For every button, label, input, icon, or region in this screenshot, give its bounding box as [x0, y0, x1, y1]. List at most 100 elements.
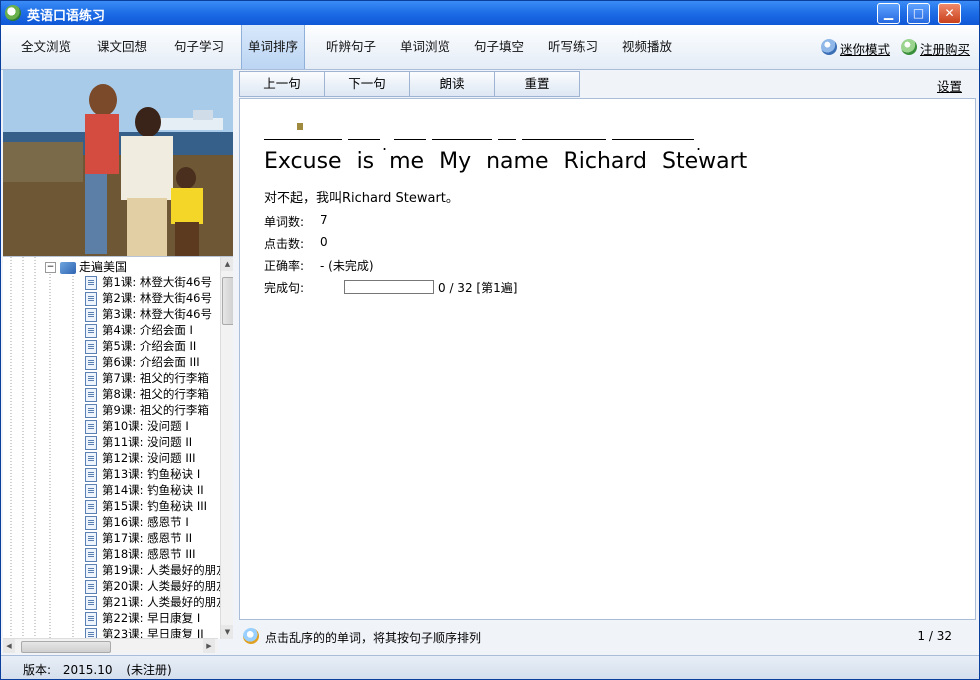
accuracy-row: 正确率: - (未完成): [264, 257, 374, 274]
lesson-item[interactable]: 第9课: 祖父的行李箱: [85, 402, 209, 418]
click-count-value: 0: [320, 235, 328, 249]
tree-root-node[interactable]: − 走遍美国: [45, 258, 127, 274]
lesson-item[interactable]: 第16课: 感恩节 I: [85, 514, 189, 530]
nav-tab[interactable]: 课文回想: [85, 25, 159, 69]
scroll-down-icon[interactable]: ▼: [221, 625, 233, 639]
lesson-label: 第13课: 钓鱼秘诀 I: [102, 467, 201, 481]
lesson-item[interactable]: 第8课: 祖父的行李箱: [85, 386, 209, 402]
document-icon: [85, 291, 97, 306]
lesson-label: 第16课: 感恩节 I: [102, 515, 189, 529]
lesson-item[interactable]: 第13课: 钓鱼秘诀 I: [85, 466, 200, 482]
lesson-item[interactable]: 第3课: 林登大街46号: [85, 306, 212, 322]
nav-tab[interactable]: 视频播放: [611, 25, 683, 69]
lesson-item[interactable]: 第19课: 人类最好的朋友: [85, 562, 228, 578]
hint-bar: 点击乱序的的单词，将其按句子顺序排列 1 / 32: [239, 621, 976, 651]
exercise-toolbar: 上一句 下一句 朗读 重置 设置: [237, 70, 977, 97]
nav-tab[interactable]: 听辨句子: [315, 25, 387, 69]
tree-horizontal-scrollbar[interactable]: ◀ ▶: [3, 638, 218, 653]
scroll-up-icon[interactable]: ▲: [221, 257, 233, 271]
book-icon: [60, 261, 76, 274]
video-frame[interactable]: [3, 70, 233, 256]
settings-link[interactable]: 设置: [937, 76, 962, 95]
lesson-item[interactable]: 第6课: 介绍会面 III: [85, 354, 200, 370]
sentence-pager: 1 / 32: [917, 629, 952, 643]
maximize-button[interactable]: □: [907, 3, 930, 24]
collapse-icon[interactable]: −: [45, 262, 56, 273]
mini-mode-link[interactable]: 迷你模式: [840, 39, 890, 58]
document-icon: [85, 499, 97, 514]
accuracy-label: 正确率:: [264, 259, 305, 273]
nav-tab[interactable]: 单词浏览: [389, 25, 461, 69]
lesson-item[interactable]: 第15课: 钓鱼秘诀 III: [85, 498, 207, 514]
nav-tab[interactable]: 全文浏览: [9, 25, 83, 69]
nav-tab[interactable]: 听写练习: [537, 25, 609, 69]
prev-sentence-button[interactable]: 上一句: [239, 71, 325, 97]
nav-tab[interactable]: 单词排序: [241, 25, 305, 69]
lesson-label: 第2课: 林登大街46号: [102, 291, 212, 305]
answer-blank[interactable]: [432, 139, 492, 140]
answer-blank[interactable]: [522, 139, 606, 140]
lesson-item[interactable]: 第12课: 没问题 III: [85, 450, 196, 466]
app-window: 英语口语练习 ▁ □ ✕ 全文浏览 课文回想 句子学习 单词排序 听辨句子 单词浏览 句子填…: [0, 0, 980, 680]
exercise-panel: . . Excuse is me My name Richard Stewart…: [239, 98, 976, 620]
lesson-label: 第19课: 人类最好的朋友: [102, 563, 228, 577]
nav-tab[interactable]: 句子学习: [161, 25, 237, 69]
title-bar: 英语口语练习 ▁ □ ✕: [1, 1, 979, 25]
lesson-item[interactable]: 第14课: 钓鱼秘诀 II: [85, 482, 204, 498]
lesson-item[interactable]: 第20课: 人类最好的朋友: [85, 578, 228, 594]
completion-progress-bar: [344, 280, 434, 294]
registration-status: (未注册): [126, 663, 172, 677]
lesson-item[interactable]: 第17课: 感恩节 II: [85, 530, 192, 546]
lesson-item[interactable]: 第10课: 没问题 I: [85, 418, 189, 434]
close-button[interactable]: ✕: [938, 3, 961, 24]
document-icon: [85, 339, 97, 354]
tree-hscroll-thumb[interactable]: [21, 641, 111, 653]
lesson-item[interactable]: 第22课: 早日康复 I: [85, 610, 200, 626]
lesson-item[interactable]: 第11课: 没问题 II: [85, 434, 192, 450]
lesson-item[interactable]: 第18课: 感恩节 III: [85, 546, 196, 562]
lesson-label: 第18课: 感恩节 III: [102, 547, 196, 561]
document-icon: [85, 371, 97, 386]
scroll-right-icon[interactable]: ▶: [203, 639, 215, 653]
answer-blank[interactable]: [612, 139, 694, 140]
nav-tab[interactable]: 句子填空: [463, 25, 535, 69]
lesson-label: 第21课: 人类最好的朋友: [102, 595, 228, 609]
document-icon: [85, 483, 97, 498]
lesson-label: 第7课: 祖父的行李箱: [102, 371, 209, 385]
lesson-item[interactable]: 第21课: 人类最好的朋友: [85, 594, 228, 610]
lesson-label: 第10课: 没问题 I: [102, 419, 189, 433]
lesson-item[interactable]: 第4课: 介绍会面 I: [85, 322, 193, 338]
lesson-label: 第14课: 钓鱼秘诀 II: [102, 483, 204, 497]
lesson-item[interactable]: 第7课: 祖父的行李箱: [85, 370, 209, 386]
register-icon[interactable]: [901, 39, 917, 55]
lesson-item[interactable]: 第2课: 林登大街46号: [85, 290, 212, 306]
read-aloud-button[interactable]: 朗读: [409, 71, 495, 97]
completed-label: 完成句:: [264, 281, 305, 295]
sentence-translation: 对不起，我叫Richard Stewart。: [264, 191, 459, 206]
lesson-tree[interactable]: − 走遍美国 第1课: 林登大街46号 第2课: 林登大街46号 第3课: 林登大街4…: [3, 256, 233, 639]
lesson-label: 第22课: 早日康复 I: [102, 611, 201, 625]
next-sentence-button[interactable]: 下一句: [324, 71, 410, 97]
answer-blank[interactable]: [348, 139, 380, 140]
document-icon: [85, 387, 97, 402]
shuffled-words[interactable]: Excuse is me My name Richard Stewart: [264, 149, 747, 174]
mini-mode-icon[interactable]: [821, 39, 837, 55]
document-icon: [85, 307, 97, 322]
insertion-marker: [297, 123, 303, 130]
hint-text: 点击乱序的的单词，将其按句子顺序排列: [265, 631, 482, 645]
minimize-button[interactable]: ▁: [877, 3, 900, 24]
status-bar: 版本: 2015.10 (未注册): [1, 655, 979, 679]
answer-blank[interactable]: [498, 139, 516, 140]
scroll-left-icon[interactable]: ◀: [3, 639, 15, 653]
register-link[interactable]: 注册购买: [920, 39, 970, 58]
answer-blank[interactable]: [264, 139, 342, 140]
lesson-item[interactable]: 第1课: 林登大街46号: [85, 274, 212, 290]
answer-blank[interactable]: [394, 139, 426, 140]
lesson-item[interactable]: 第5课: 介绍会面 II: [85, 338, 196, 354]
tree-vertical-scrollbar[interactable]: ▲ ▼: [220, 257, 233, 639]
document-icon: [85, 611, 97, 626]
document-icon: [85, 579, 97, 594]
tree-scroll-thumb[interactable]: [222, 277, 233, 325]
reset-button[interactable]: 重置: [494, 71, 580, 97]
document-icon: [85, 355, 97, 370]
